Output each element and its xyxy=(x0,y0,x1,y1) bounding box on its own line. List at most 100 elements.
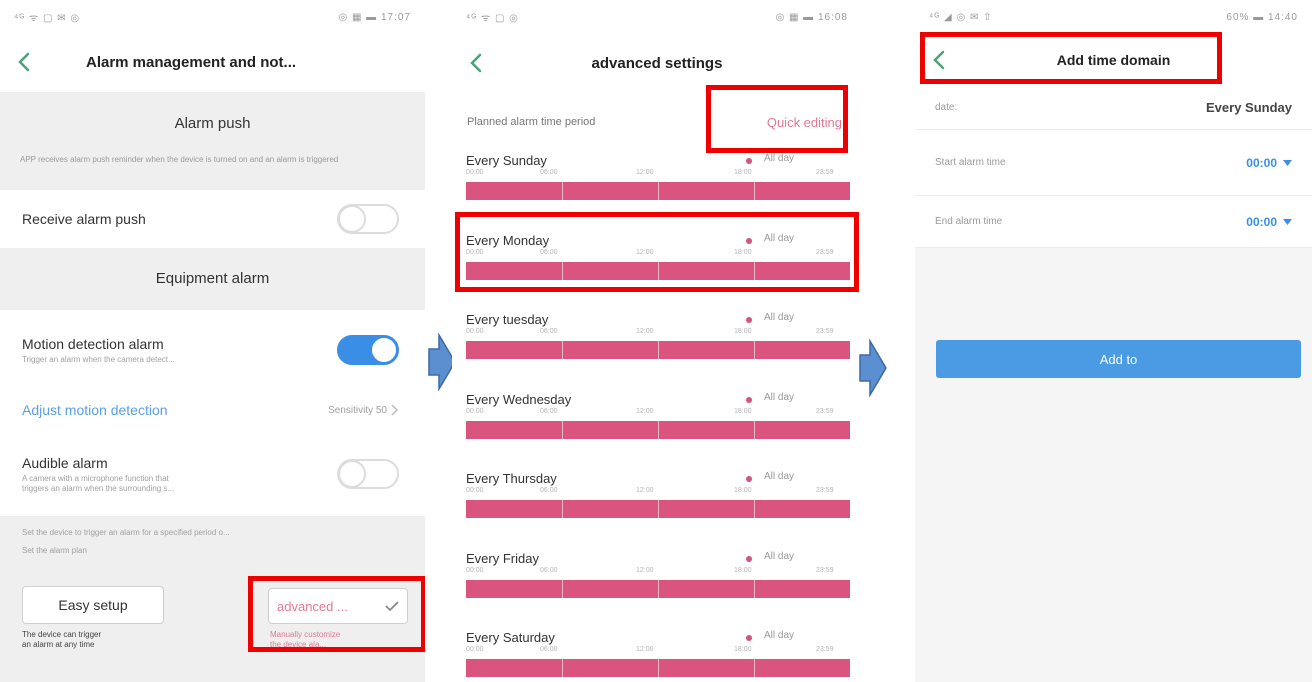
sensitivity-value-group: Sensitivity 50 xyxy=(328,404,399,416)
end-alarm-time-value: 00:00 xyxy=(1246,214,1277,229)
audible-alarm-sub-2: triggers an alarm when the surrounding s… xyxy=(22,483,175,493)
day-row[interactable]: Every Saturday All day 00:00 06:00 12:00 18:0… xyxy=(466,630,850,682)
bar-divider xyxy=(658,579,659,598)
easy-setup-button[interactable]: Easy setup xyxy=(22,586,164,624)
time-tick-label: 00:00 xyxy=(466,169,484,176)
date-label: date: xyxy=(935,102,958,113)
bar-divider xyxy=(658,420,659,439)
day-row[interactable]: Every Friday All day 00:00 06:00 12:00 18:00 2… xyxy=(466,551,850,615)
time-tick-label: 06:00 xyxy=(540,487,558,494)
day-name: Every Sunday xyxy=(466,153,547,168)
bar-divider xyxy=(562,500,563,518)
time-tick-label: 06:00 xyxy=(540,566,558,574)
toggle-knob xyxy=(338,460,366,488)
end-alarm-time-label: End alarm time xyxy=(935,216,1003,227)
alarm-period-bar[interactable] xyxy=(466,500,850,518)
audible-alarm-sub-1: A camera with a microphone function that xyxy=(22,473,169,483)
alarm-period-bar[interactable] xyxy=(466,659,850,677)
back-icon[interactable] xyxy=(14,51,36,73)
audible-alarm-toggle[interactable] xyxy=(337,459,399,489)
day-row[interactable]: Every tuesday All day 00:00 06:00 12:00 18:00… xyxy=(466,312,850,376)
time-tick-label: 06:00 xyxy=(540,407,558,415)
status-left: ⁴ᴳ ᯤ ▢ ◎ xyxy=(466,13,519,24)
bar-divider xyxy=(754,659,755,677)
alarm-period-bar[interactable] xyxy=(466,182,850,200)
motion-detection-sub: Trigger an alarm when the camera detect.… xyxy=(22,354,175,364)
adjust-motion-row[interactable]: Adjust motion detection Sensitivity 50 xyxy=(0,392,425,428)
equipment-alarm-header: Equipment alarm xyxy=(0,248,425,310)
time-tick-label: 06:00 xyxy=(540,169,558,176)
audible-alarm-row: Audible alarm A camera with a microphone… xyxy=(0,444,425,504)
all-day-dot-icon xyxy=(746,476,752,482)
easy-setup-desc-line-1: The device can trigger xyxy=(22,630,102,639)
time-tick-label: 00:00 xyxy=(466,646,484,653)
time-tick-label: 12:00 xyxy=(636,407,654,415)
time-ticks: 00:00 06:00 12:00 18:00 23:59 xyxy=(466,169,850,179)
bar-divider xyxy=(754,579,755,598)
day-name: Every Saturday xyxy=(466,630,555,645)
all-day-dot-icon xyxy=(746,555,752,562)
date-row[interactable]: date: Every Sunday xyxy=(915,86,1312,130)
bar-divider xyxy=(658,500,659,518)
toggle-knob xyxy=(338,205,366,233)
start-alarm-time-value: 00:00 xyxy=(1246,155,1277,170)
alarm-period-bar[interactable] xyxy=(466,579,850,598)
highlight-every-monday-box xyxy=(455,212,859,292)
time-tick-label: 18:00 xyxy=(734,487,752,494)
alarm-period-bar[interactable] xyxy=(466,420,850,439)
nav-bar: Alarm management and not... xyxy=(0,34,425,90)
time-ticks: 00:00 06:00 12:00 18:00 23:59 xyxy=(466,328,850,338)
time-tick-label: 06:00 xyxy=(540,646,558,653)
bar-divider xyxy=(562,420,563,439)
time-tick-label: 23:59 xyxy=(816,566,834,574)
bar-divider xyxy=(562,579,563,598)
all-day-label: All day xyxy=(764,630,795,641)
motion-detection-label: Motion detection alarm xyxy=(22,335,164,352)
page-title: Alarm management and not... xyxy=(86,53,297,71)
status-right: 60% ▬ 14:40 xyxy=(1226,11,1298,23)
motion-detection-row: Motion detection alarm Trigger an alarm … xyxy=(0,322,425,378)
status-right: ◎ ▦ ▬ 16:08 xyxy=(775,11,848,23)
highlight-advanced-box xyxy=(248,576,425,652)
add-to-button[interactable]: Add to xyxy=(936,340,1301,378)
planned-period-label: Planned alarm time period xyxy=(467,116,596,128)
time-tick-label: 12:00 xyxy=(636,487,654,494)
all-day-dot-icon xyxy=(746,158,752,164)
all-day-label: All day xyxy=(764,391,795,403)
time-ticks: 00:00 06:00 12:00 18:00 23:59 xyxy=(466,646,850,656)
day-row[interactable]: Every Wednesday All day 00:00 06:00 12:00 18:… xyxy=(466,392,850,456)
time-tick-label: 12:00 xyxy=(636,328,654,335)
time-tick-label: 23:59 xyxy=(816,169,834,176)
highlight-add-time-domain-box xyxy=(920,32,1222,84)
bar-divider xyxy=(754,420,755,439)
status-left: ⁴ᴳ ◢ ◎ ✉ ⇧ xyxy=(929,11,993,23)
alarm-period-bar[interactable] xyxy=(466,341,850,359)
end-alarm-time-picker[interactable]: 00:00 xyxy=(1246,215,1292,229)
time-tick-label: 18:00 xyxy=(734,169,752,176)
audible-alarm-text: Audible alarm A camera with a microphone… xyxy=(22,455,174,494)
motion-detection-toggle[interactable] xyxy=(337,335,399,365)
all-day-dot-icon xyxy=(746,317,752,323)
end-alarm-time-row[interactable]: End alarm time 00:00 xyxy=(915,196,1312,248)
status-bar: ⁴ᴳ ◢ ◎ ✉ ⇧ 60% ▬ 14:40 xyxy=(915,0,1312,34)
adjust-motion-link[interactable]: Adjust motion detection xyxy=(22,402,168,418)
receive-alarm-push-toggle[interactable] xyxy=(337,204,399,234)
day-name: Every Thursday xyxy=(466,471,557,486)
day-row[interactable]: Every Sunday All day 00:00 06:00 12:00 18:00 2… xyxy=(466,153,850,217)
time-tick-label: 12:00 xyxy=(636,169,654,176)
status-left: ⁴ᴳ ᯤ ▢ ✉ ◎ xyxy=(14,13,81,24)
time-tick-label: 18:00 xyxy=(734,646,752,653)
bar-divider xyxy=(658,341,659,359)
all-day-dot-icon xyxy=(746,396,752,403)
time-tick-label: 18:00 xyxy=(734,407,752,415)
all-day-dot-icon xyxy=(746,635,752,641)
toggle-knob xyxy=(370,336,398,364)
start-alarm-time-row[interactable]: Start alarm time 00:00 xyxy=(915,130,1312,196)
day-row[interactable]: Every Thursday All day 00:00 06:00 12:00 18:0… xyxy=(466,471,850,535)
alarm-push-header: Alarm push xyxy=(0,92,425,156)
status-bar: ⁴ᴳ ᯤ ▢ ◎ ◎ ▦ ▬ 16:08 xyxy=(452,0,862,34)
bar-divider xyxy=(658,182,659,200)
alarm-push-description: APP receives alarm push reminder when th… xyxy=(0,152,425,190)
time-tick-label: 12:00 xyxy=(636,646,654,653)
start-alarm-time-picker[interactable]: 00:00 xyxy=(1246,156,1292,170)
